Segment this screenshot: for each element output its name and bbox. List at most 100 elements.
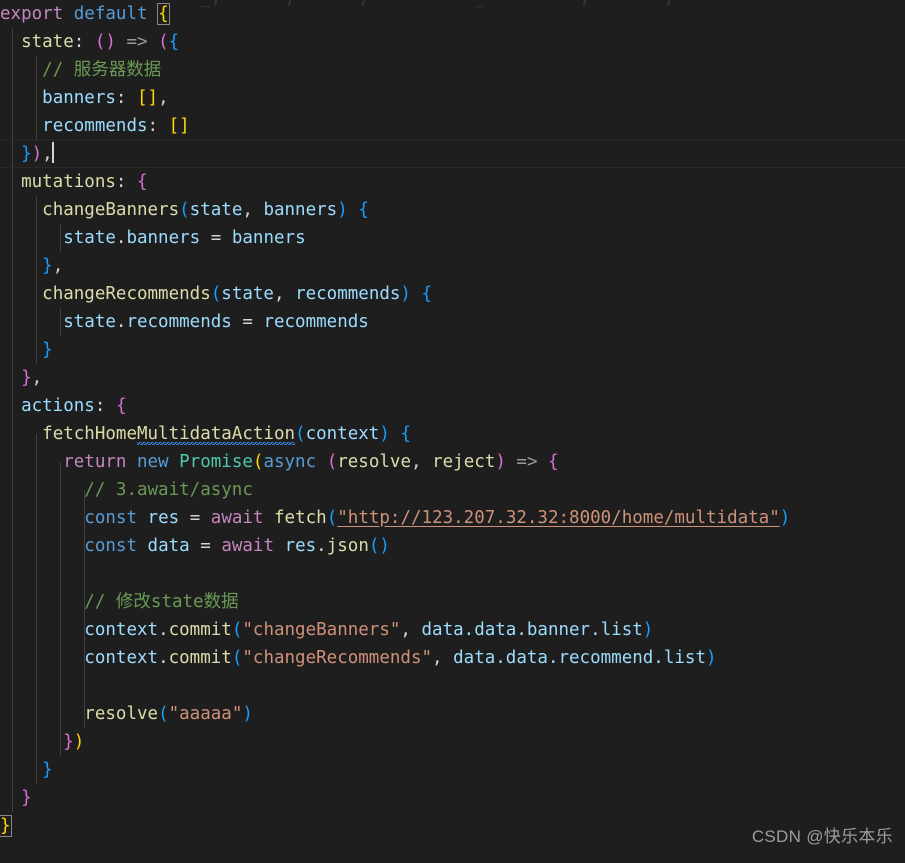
arg-recommend-list: data.data.recommend.list — [453, 648, 706, 668]
object-res: res — [284, 536, 317, 556]
colon-3: : — [147, 116, 159, 136]
object-state-2: state — [63, 312, 116, 332]
comment-modify-state: // 修改state数据 — [84, 592, 239, 612]
brace-close-promise: } — [63, 732, 74, 752]
paren-close-5: ) — [73, 732, 85, 752]
csdn-watermark: CSDN @快乐本乐 — [751, 827, 893, 846]
code-line-13[interactable]: } — [0, 336, 905, 364]
property-mutations: mutations — [21, 172, 116, 192]
code-line-16[interactable]: fetchHomeMultidataAction(context) { — [0, 420, 905, 448]
code-line-28[interactable]: } — [0, 756, 905, 784]
assign-3: = — [189, 508, 201, 528]
code-line-23[interactable]: context.commit("changeBanners", data.dat… — [0, 616, 905, 644]
code-content[interactable]: export default { state: () => ({ // 服务器数… — [0, 0, 905, 840]
keyword-default: default — [73, 4, 148, 24]
value-banners: banners — [231, 228, 306, 248]
paren-close-2: ) — [337, 200, 348, 220]
arrow-fn-1: => — [126, 32, 148, 52]
paren-close-9: ) — [706, 648, 717, 668]
brace-open-root: { — [157, 3, 170, 25]
comma-6: , — [31, 368, 43, 388]
function-fetchHomeMultidataAction-part1: fetchHome — [42, 424, 137, 444]
colon-1: : — [73, 32, 85, 52]
object-state-1: state — [63, 228, 116, 248]
dot-3: . — [316, 536, 327, 556]
code-line-25-blank[interactable] — [0, 672, 905, 700]
comment-server-data: // 服务器数据 — [42, 60, 162, 80]
brace-open-changeRecommends: { — [421, 284, 433, 304]
code-line-19[interactable]: const res = await fetch("http://123.207.… — [0, 504, 905, 532]
code-line-8[interactable]: changeBanners(state, banners) { — [0, 196, 905, 224]
brace-open-promise: { — [548, 452, 559, 472]
comma-9: , — [432, 648, 443, 668]
brace-close-changeBanners: } — [42, 256, 53, 276]
code-line-14[interactable]: }, — [0, 364, 905, 392]
keyword-const-1: const — [84, 508, 137, 528]
text-cursor — [51, 142, 54, 163]
function-changeBanners: changeBanners — [42, 200, 180, 220]
property-actions: actions — [21, 396, 95, 416]
code-line-9[interactable]: state.banners = banners — [0, 224, 905, 252]
paren-close-3: ) — [400, 284, 411, 304]
paren-open-1: ( — [158, 32, 169, 52]
comma-8: , — [400, 620, 411, 640]
code-line-6[interactable]: }), — [0, 140, 905, 168]
code-line-22[interactable]: // 修改state数据 — [0, 588, 905, 616]
member-banners: banners — [126, 228, 201, 248]
comment-await-async: // 3.await/async — [84, 480, 253, 500]
code-line-27[interactable]: }) — [0, 728, 905, 756]
code-line-1[interactable]: export default { — [0, 0, 905, 28]
method-commit-1: commit — [168, 620, 232, 640]
code-line-17[interactable]: return new Promise(async (resolve, rejec… — [0, 448, 905, 476]
member-recommends: recommends — [126, 312, 232, 332]
spellcheck-squiggle: MultidataAction — [136, 424, 296, 445]
key-banners: banners — [42, 88, 116, 108]
code-line-2[interactable]: state: () => ({ — [0, 28, 905, 56]
keyword-new: new — [136, 452, 169, 472]
comma-4: , — [52, 256, 64, 276]
paren-close-10: ) — [242, 704, 253, 724]
dot-1: . — [115, 228, 127, 248]
brace-close-action-fn: } — [42, 760, 53, 780]
code-line-5[interactable]: recommends: [] — [0, 112, 905, 140]
code-line-12[interactable]: state.recommends = recommends — [0, 308, 905, 336]
brace-open-state: { — [168, 32, 180, 52]
paren-close-1: ) — [31, 144, 43, 164]
brace-close-actions: } — [21, 788, 32, 808]
object-context-2: context — [84, 648, 159, 668]
function-fetch: fetch — [274, 508, 327, 528]
code-line-20[interactable]: const data = await res.json() — [0, 532, 905, 560]
comma-3: , — [242, 200, 253, 220]
code-line-18[interactable]: // 3.await/async — [0, 476, 905, 504]
method-commit-2: commit — [168, 648, 232, 668]
dot-5: . — [158, 648, 169, 668]
string-aaaaa: "aaaaa" — [168, 704, 243, 724]
paren-open-3: ( — [210, 284, 222, 304]
code-line-11[interactable]: changeRecommends(state, recommends) { — [0, 280, 905, 308]
code-line-3[interactable]: // 服务器数据 — [0, 56, 905, 84]
code-line-29[interactable]: } — [0, 784, 905, 812]
assign-4: = — [200, 536, 211, 556]
value-recommends: recommends — [263, 312, 369, 332]
brace-open-actions: { — [115, 396, 127, 416]
paren-close-6: ) — [495, 452, 506, 472]
code-line-15[interactable]: actions: { — [0, 392, 905, 420]
code-line-4[interactable]: banners: [], — [0, 84, 905, 112]
brace-open-mutations: { — [137, 172, 148, 192]
string-changeRecommends: "changeRecommends" — [242, 648, 433, 668]
code-line-24[interactable]: context.commit("changeRecommends", data.… — [0, 644, 905, 672]
code-line-7[interactable]: mutations: { — [0, 168, 905, 196]
comma-7: , — [411, 452, 422, 472]
string-url[interactable]: "http://123.207.32.32:8000/home/multidat… — [337, 508, 780, 528]
method-json: json — [326, 536, 369, 556]
string-changeBanners: "changeBanners" — [242, 620, 401, 640]
code-line-10[interactable]: }, — [0, 252, 905, 280]
code-line-26[interactable]: resolve("aaaaa") — [0, 700, 905, 728]
paren-close-8: ) — [642, 620, 654, 640]
code-line-21-blank[interactable] — [0, 560, 905, 588]
code-editor[interactable]: _, , , _ , , export default { state: () … — [0, 0, 905, 863]
brace-open-changeBanners: { — [358, 200, 369, 220]
assign-2: = — [242, 312, 253, 332]
function-changeRecommends: changeRecommends — [42, 284, 211, 304]
paren-open-8: ( — [231, 620, 243, 640]
